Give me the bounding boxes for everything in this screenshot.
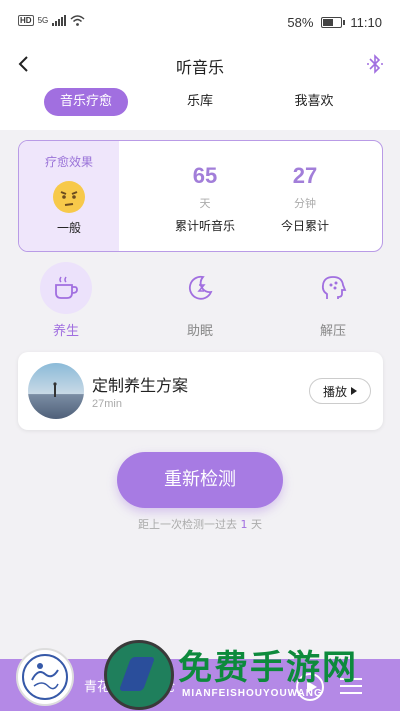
neutral-face-icon xyxy=(53,181,85,213)
plan-thumbnail xyxy=(28,363,84,419)
watermark-subtext: MIANFEISHOUYOUWANG xyxy=(182,688,323,699)
effect-label: 疗愈效果 xyxy=(44,155,93,169)
stats-card: 疗愈效果 一般 65 天 累计听音乐 27 分钟 今日累计 xyxy=(18,140,383,252)
last-check-unit: 天 xyxy=(251,518,262,531)
moon-sleep-icon xyxy=(188,275,213,300)
site-watermark: 免费手游网 MIANFEISHOUYOUWANG xyxy=(104,640,400,711)
status-left: HD 5G xyxy=(18,15,85,26)
total-days-unit: 天 xyxy=(199,197,211,210)
total-days-label: 累计听音乐 xyxy=(174,219,235,233)
signal-icon xyxy=(52,15,67,26)
category-health-label: 养生 xyxy=(52,324,79,339)
custom-plan-card[interactable]: 定制养生方案 27min 播放 xyxy=(18,352,383,430)
category-health[interactable]: 养生 xyxy=(36,262,96,339)
header: 听音乐 音乐疗愈 乐库 我喜欢 xyxy=(0,46,400,130)
play-icon xyxy=(351,387,357,395)
status-bar: HD 5G 58% 11:10 xyxy=(0,0,400,46)
today-minutes-value: 27 xyxy=(292,163,318,188)
bluetooth-icon[interactable] xyxy=(366,54,384,74)
hd-badge: HD xyxy=(18,15,34,26)
category-relax-bg xyxy=(307,262,359,314)
plan-duration: 27min xyxy=(92,398,122,410)
today-minutes-label: 今日累计 xyxy=(280,219,329,233)
plan-play-button[interactable]: 播放 xyxy=(309,378,371,404)
category-sleep-label: 助眠 xyxy=(186,324,213,339)
page-title: 听音乐 xyxy=(175,58,224,77)
watermark-logo xyxy=(104,640,174,710)
wifi-icon xyxy=(70,15,85,26)
blue-white-porcelain-icon xyxy=(22,654,68,700)
category-relax[interactable]: 解压 xyxy=(303,262,363,339)
category-sleep-bg xyxy=(174,262,226,314)
category-health-bg xyxy=(40,262,92,314)
battery-percent: 58% xyxy=(287,15,314,30)
category-relax-label: 解压 xyxy=(319,324,346,339)
clock: 11:10 xyxy=(350,15,382,30)
album-disc[interactable] xyxy=(16,648,74,706)
battery-fill xyxy=(323,19,334,26)
battery-icon xyxy=(321,17,346,28)
play-label: 播放 xyxy=(322,384,347,399)
redetect-button[interactable]: 重新检测 xyxy=(117,452,283,508)
status-right: 58% 11:10 xyxy=(287,15,382,30)
last-check-text: 距上一次检测一过去 1 天 xyxy=(0,516,400,532)
watermark-text: 免费手游网 xyxy=(178,648,358,688)
tab-bar: 音乐疗愈 乐库 我喜欢 xyxy=(0,88,400,118)
effect-value: 一般 xyxy=(56,221,81,235)
plan-title: 定制养生方案 xyxy=(92,376,189,395)
network-type: 5G xyxy=(37,16,49,25)
category-sleep[interactable]: 助眠 xyxy=(170,262,230,339)
last-check-days: 1 xyxy=(240,518,248,531)
head-relax-icon xyxy=(321,276,347,299)
tab-favorites[interactable]: 我喜欢 xyxy=(284,88,344,116)
total-days-value: 65 xyxy=(192,163,218,188)
today-minutes-unit: 分钟 xyxy=(294,197,316,210)
teacup-icon xyxy=(55,276,78,299)
tab-library[interactable]: 乐库 xyxy=(170,88,230,116)
healing-effect-panel: 疗愈效果 一般 xyxy=(19,141,119,251)
tab-music-healing[interactable]: 音乐疗愈 xyxy=(44,88,128,116)
seaside-image xyxy=(53,382,57,397)
last-check-prefix: 距上一次检测一过去 xyxy=(138,518,237,531)
